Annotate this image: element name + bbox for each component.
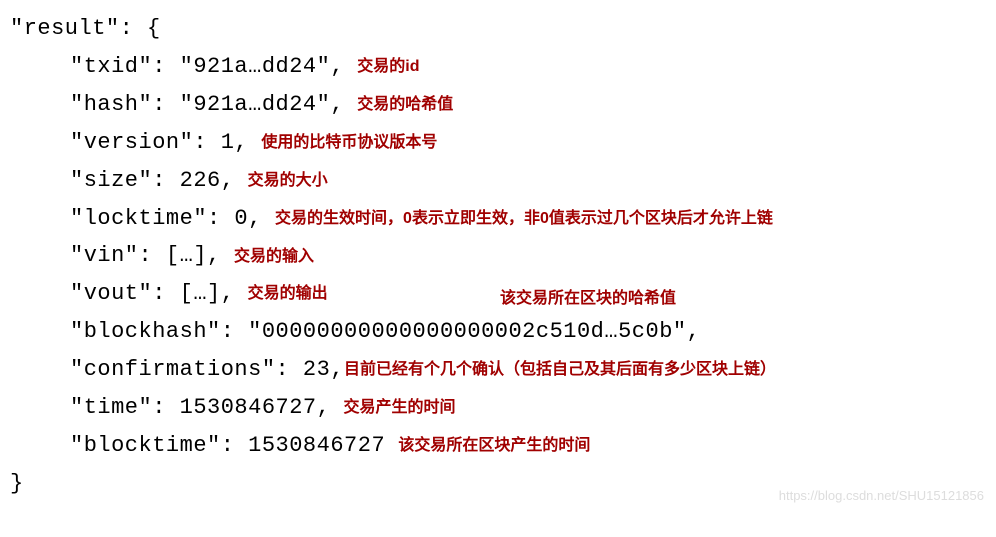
code-text: "vin": […],	[70, 237, 221, 274]
code-text: "txid": "921a…dd24",	[70, 48, 344, 85]
annotation-blockhash: 该交易所在区块的哈希值	[500, 285, 676, 312]
line-hash: "hash": "921a…dd24", 交易的哈希值	[10, 86, 986, 124]
line-vout: "vout": […], 交易的输出	[10, 275, 986, 313]
watermark: https://blog.csdn.net/SHU15121856	[779, 485, 984, 507]
code-text: "confirmations": 23,	[70, 351, 344, 388]
line-blockhash: "blockhash": "00000000000000000002c510d……	[10, 313, 986, 351]
annotation: 交易的哈希值	[357, 91, 453, 118]
code-text: "locktime": 0,	[70, 200, 262, 237]
code-text: "size": 226,	[70, 162, 234, 199]
annotation: 该交易所在区块产生的时间	[398, 432, 590, 459]
annotation: 使用的比特币协议版本号	[261, 129, 437, 156]
code-text: "result": {	[10, 10, 161, 47]
annotation: 交易的输出	[248, 280, 328, 307]
line-size: "size": 226, 交易的大小	[10, 162, 986, 200]
annotation: 交易的生效时间，0表示立即生效，非0值表示过几个区块后才允许上链	[275, 205, 773, 232]
code-text: "blockhash": "00000000000000000002c510d……	[70, 313, 700, 350]
line-time: "time": 1530846727, 交易产生的时间	[10, 389, 986, 427]
code-text: }	[10, 465, 24, 502]
line-locktime: "locktime": 0, 交易的生效时间，0表示立即生效，非0值表示过几个区…	[10, 200, 986, 238]
annotation: 目前已经有个几个确认（包括自己及其后面有多少区块上链）	[344, 356, 776, 383]
code-text: "vout": […],	[70, 275, 234, 312]
line-txid: "txid": "921a…dd24", 交易的id	[10, 48, 986, 86]
annotation: 交易的输入	[234, 243, 314, 270]
annotation: 交易的大小	[248, 167, 328, 194]
code-text: "version": 1,	[70, 124, 248, 161]
code-text: "time": 1530846727,	[70, 389, 330, 426]
code-text: "hash": "921a…dd24",	[70, 86, 344, 123]
line-blocktime: "blocktime": 1530846727 该交易所在区块产生的时间	[10, 427, 986, 465]
code-text: "blocktime": 1530846727	[70, 427, 385, 464]
annotation: 交易的id	[357, 53, 419, 80]
line-confirmations: "confirmations": 23,目前已经有个几个确认（包括自己及其后面有…	[10, 351, 986, 389]
line-vin: "vin": […], 交易的输入	[10, 237, 986, 275]
result-open: "result": {	[10, 10, 986, 48]
annotation: 交易产生的时间	[344, 394, 456, 421]
line-version: "version": 1, 使用的比特币协议版本号	[10, 124, 986, 162]
